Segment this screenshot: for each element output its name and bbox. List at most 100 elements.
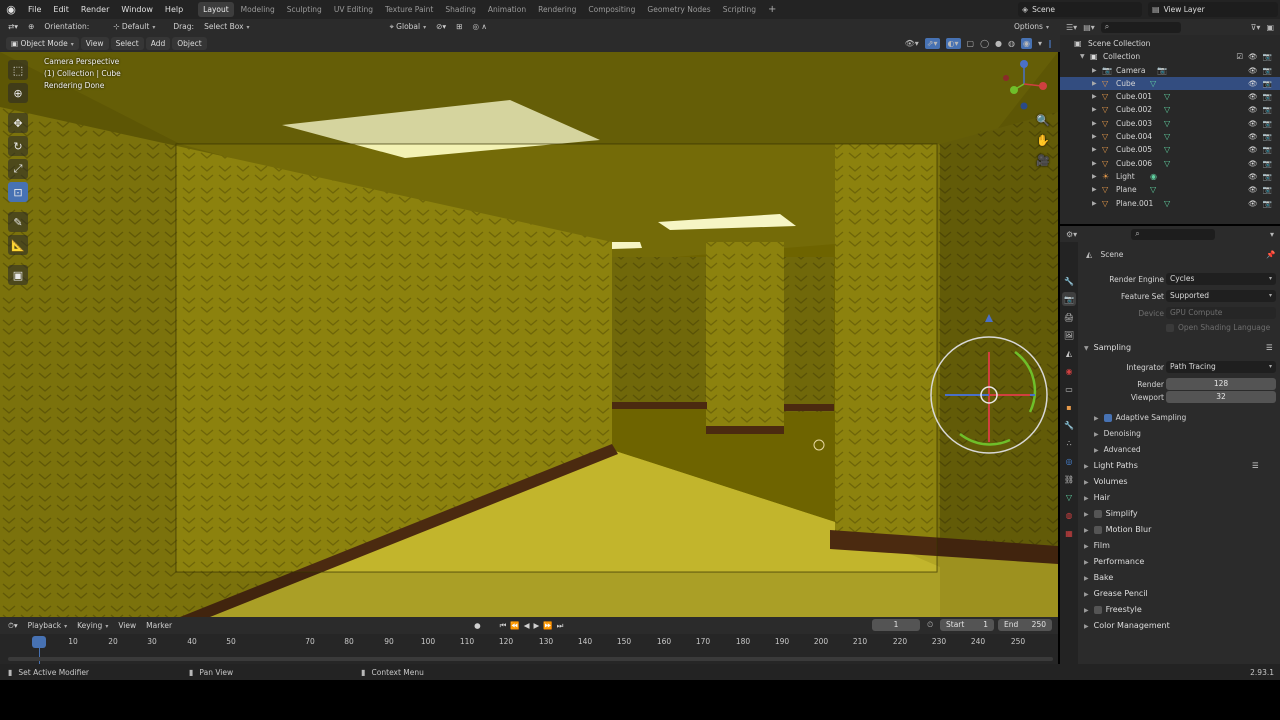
active-tool-icon[interactable]: ⊕ xyxy=(23,19,39,35)
section-simplify[interactable]: ▶ Simplify xyxy=(1084,509,1138,518)
transform-orientation-dropdown[interactable]: ⌖ Global ▾ xyxy=(385,19,432,35)
modifier-tab-icon[interactable]: 🔧 xyxy=(1062,418,1076,432)
eye-icon[interactable]: 👁 xyxy=(1248,117,1258,130)
feature-set-dropdown[interactable]: Supported ▾ xyxy=(1166,290,1276,302)
material-shading-icon[interactable]: ◍ xyxy=(1008,39,1015,48)
render-samples-field[interactable]: 128 xyxy=(1166,378,1276,390)
select-menu[interactable]: Select xyxy=(110,37,144,50)
integrator-dropdown[interactable]: Path Tracing ▾ xyxy=(1166,361,1276,373)
section-motion-blur[interactable]: ▶ Motion Blur xyxy=(1084,525,1151,534)
collapse-arrow-icon[interactable]: ▶ xyxy=(1092,183,1097,196)
properties-editor-icon[interactable]: ⚙▾ xyxy=(1066,230,1077,239)
navigation-gizmo[interactable] xyxy=(998,56,1054,112)
camera-render-icon[interactable]: 📷 xyxy=(1263,143,1272,156)
overlay-toggle-icon[interactable]: ◐▾ xyxy=(945,38,961,49)
shading-options-icon[interactable]: ▾ xyxy=(1038,39,1042,48)
advanced-row[interactable]: ▶ Advanced xyxy=(1094,445,1141,454)
osl-checkbox[interactable]: Open Shading Language xyxy=(1166,323,1270,332)
sampling-section-header[interactable]: ▼ Sampling xyxy=(1084,343,1131,352)
tab-texture-paint[interactable]: Texture Paint xyxy=(380,2,438,17)
eye-icon[interactable]: 👁 xyxy=(1248,90,1258,103)
play-reverse-icon[interactable]: ◀ xyxy=(522,618,532,634)
mesh-data-icon[interactable]: ▽ xyxy=(1150,77,1156,90)
gizmo-toggle-icon[interactable]: ⇗▾ xyxy=(924,38,940,49)
eye-icon[interactable]: 👁 xyxy=(1248,157,1258,170)
xray-toggle-icon[interactable]: ▢ xyxy=(967,39,975,48)
menu-render[interactable]: Render xyxy=(75,0,115,19)
device-dropdown[interactable]: GPU Compute xyxy=(1166,307,1276,319)
pivot-point-icon[interactable]: ⊘▾ xyxy=(431,19,451,35)
add-cube-tool-icon[interactable]: ▣ xyxy=(8,265,28,285)
section-checkbox[interactable] xyxy=(1093,525,1102,534)
add-workspace-icon[interactable]: + xyxy=(762,4,782,15)
eye-icon[interactable]: 👁 xyxy=(1248,50,1258,63)
mesh-data-icon[interactable]: ▽ xyxy=(1150,183,1156,196)
presets-icon[interactable]: ☰ xyxy=(1266,343,1273,352)
playhead[interactable] xyxy=(32,636,46,648)
filter-icon[interactable]: ⊽▾ xyxy=(1251,23,1261,32)
camera-render-icon[interactable]: 📷 xyxy=(1263,197,1272,210)
jump-end-icon[interactable]: ⏭ xyxy=(555,618,566,634)
material-tab-icon[interactable]: ◍ xyxy=(1062,508,1076,522)
collapse-arrow-icon[interactable]: ▶ xyxy=(1092,90,1097,103)
outliner-scene-collection[interactable]: ▣ Scene Collection xyxy=(1060,37,1280,50)
play-icon[interactable]: ▶ xyxy=(532,618,542,634)
collapse-arrow-icon[interactable]: ▶ xyxy=(1092,197,1097,210)
presets-icon[interactable]: ☰ xyxy=(1252,461,1259,470)
camera-render-icon[interactable]: 📷 xyxy=(1263,117,1272,130)
tab-sculpting[interactable]: Sculpting xyxy=(282,2,327,17)
section-hair[interactable]: ▶ Hair xyxy=(1084,493,1110,502)
section-freestyle[interactable]: ▶ Freestyle xyxy=(1084,605,1142,614)
osl-checkbox-box[interactable] xyxy=(1166,324,1174,332)
eye-icon[interactable]: 👁 xyxy=(1248,130,1258,143)
timeline-area[interactable]: 1102030405070809010011012013014015016017… xyxy=(0,634,1058,664)
data-tab-icon[interactable]: ▽ xyxy=(1062,490,1076,504)
scene-tab-icon[interactable]: ◭ xyxy=(1062,346,1076,360)
mesh-data-icon[interactable]: ▽ xyxy=(1164,117,1170,130)
camera-render-icon[interactable]: 📷 xyxy=(1263,170,1272,183)
measure-tool-icon[interactable]: 📐 xyxy=(8,235,28,255)
outliner-item[interactable]: ▶ ▽ Cube.004 ▽ 👁 📷 xyxy=(1060,130,1280,143)
jump-start-icon[interactable]: ⏮ xyxy=(498,618,509,634)
denoising-row[interactable]: ▶ Denoising xyxy=(1094,429,1141,438)
section-film[interactable]: ▶ Film xyxy=(1084,541,1110,550)
outliner-item[interactable]: ▶ ☀ Light ◉ 👁 📷 xyxy=(1060,170,1280,183)
section-light-paths[interactable]: ▶ Light Paths xyxy=(1084,461,1138,470)
rendered-shading-icon[interactable]: ◉ xyxy=(1021,38,1032,49)
editor-type-icon[interactable]: ☰▾ xyxy=(1066,23,1077,32)
blender-logo-icon[interactable]: ◉ xyxy=(0,0,22,19)
start-frame-field[interactable]: Start 1 xyxy=(940,619,994,631)
world-tab-icon[interactable]: ◉ xyxy=(1062,364,1076,378)
playback-menu[interactable]: Playback ▾ xyxy=(23,618,72,634)
jump-keyframe-back-icon[interactable]: ⏪ xyxy=(508,618,521,634)
3d-viewport[interactable]: Camera Perspective (1) Collection | Cube… xyxy=(0,52,1058,617)
render-engine-dropdown[interactable]: Cycles ▾ xyxy=(1166,273,1276,285)
constraints-tab-icon[interactable]: ⛓ xyxy=(1062,472,1076,486)
pan-hand-icon[interactable]: ✋ xyxy=(1036,134,1050,147)
orientation-dropdown[interactable]: ⊹ Default ▾ xyxy=(108,19,160,35)
camera-render-icon[interactable]: 📷 xyxy=(1263,64,1272,77)
menu-edit[interactable]: Edit xyxy=(47,0,75,19)
tab-scripting[interactable]: Scripting xyxy=(718,2,761,17)
tool-tab-icon[interactable]: 🔧 xyxy=(1062,274,1076,288)
display-mode-icon[interactable]: ▤▾ xyxy=(1083,23,1095,32)
mesh-data-icon[interactable]: ▽ xyxy=(1164,90,1170,103)
texture-tab-icon[interactable]: ▦ xyxy=(1062,526,1076,540)
scale-tool-icon[interactable]: ⤢ xyxy=(8,159,28,179)
camera-render-icon[interactable]: 📷 xyxy=(1263,157,1272,170)
jump-keyframe-forward-icon[interactable]: ⏩ xyxy=(541,618,554,634)
tab-compositing[interactable]: Compositing xyxy=(583,2,640,17)
view-menu[interactable]: View xyxy=(80,37,109,50)
eye-icon[interactable]: 👁 xyxy=(1248,183,1258,196)
camera-render-icon[interactable]: 📷 xyxy=(1263,183,1272,196)
properties-search-input[interactable]: ⌕ xyxy=(1131,228,1216,240)
properties-options-icon[interactable]: ▾ xyxy=(1270,230,1274,239)
render-tab-icon[interactable]: 📷 xyxy=(1062,292,1076,306)
object-mode-dropdown[interactable]: ▣ Object Mode ▾ xyxy=(6,37,79,50)
checkbox-icon[interactable]: ☑ xyxy=(1236,50,1243,63)
eye-icon[interactable]: 👁 xyxy=(1248,77,1258,90)
mesh-data-icon[interactable]: ▽ xyxy=(1164,103,1170,116)
outliner-item[interactable]: ▶ 📷 Camera 📷 👁 📷 xyxy=(1060,64,1280,77)
proportional-editing-icon[interactable]: ◎ ∧ xyxy=(467,19,491,35)
physics-tab-icon[interactable]: ◎ xyxy=(1062,454,1076,468)
